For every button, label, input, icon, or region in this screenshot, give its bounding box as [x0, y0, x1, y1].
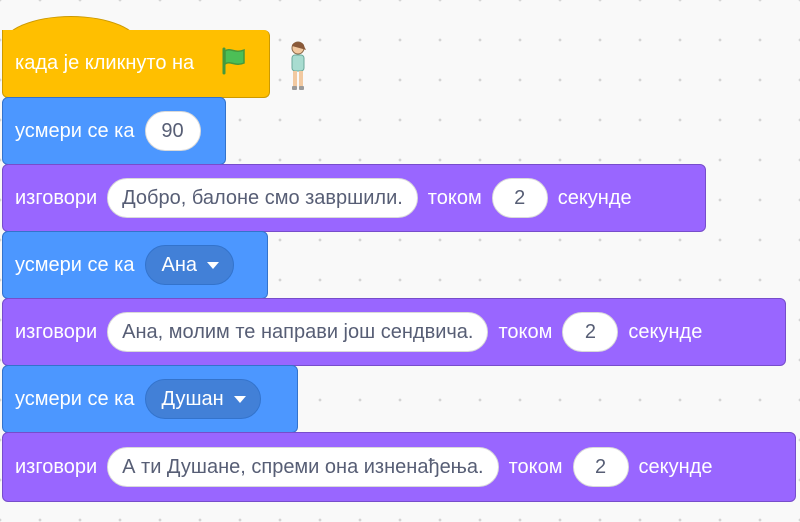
seconds-unit-label: секунде [638, 455, 713, 478]
block-label: изговори [15, 455, 98, 478]
seconds-input[interactable]: 2 [491, 178, 548, 218]
seconds-input[interactable]: 2 [572, 447, 629, 487]
block-label: усмери се ка [15, 119, 135, 142]
say-for-secs-block[interactable]: изговори Добро, балоне смо завршили. ток… [2, 164, 706, 232]
say-for-secs-block[interactable]: изговори Ана, молим те направи још сендв… [2, 298, 786, 366]
hat-block-label: када је кликнуто на [15, 52, 195, 74]
chevron-down-icon [207, 261, 220, 269]
direction-input[interactable]: 90 [144, 111, 201, 151]
point-towards-block[interactable]: усмери се ка Душан [2, 365, 298, 433]
message-input[interactable]: Ана, молим те направи још сендвича. [107, 312, 489, 352]
block-label: изговори [15, 320, 98, 343]
for-label: током [427, 186, 482, 209]
target-dropdown[interactable]: Душан [144, 379, 261, 419]
point-in-direction-block[interactable]: усмери се ка 90 [2, 97, 226, 165]
message-input[interactable]: А ти Душане, спреми она изненађења. [107, 447, 499, 487]
block-label: усмери се ка [15, 387, 135, 410]
seconds-unit-label: секунде [628, 320, 703, 343]
point-towards-block[interactable]: усмери се ка Ана [2, 231, 268, 299]
block-label: изговори [15, 186, 98, 209]
target-dropdown[interactable]: Ана [144, 245, 235, 285]
for-label: током [508, 455, 563, 478]
green-flag-icon [218, 45, 250, 83]
block-label: усмери се ка [15, 253, 135, 276]
chevron-down-icon [233, 395, 246, 403]
say-for-secs-block[interactable]: изговори А ти Душане, спреми она изненађ… [2, 432, 796, 502]
message-input[interactable]: Добро, балоне смо завршили. [107, 178, 418, 218]
target-dropdown-value: Ана [161, 253, 198, 276]
sprite-girl-icon [283, 40, 313, 97]
seconds-unit-label: секунде [557, 186, 632, 209]
seconds-input[interactable]: 2 [562, 312, 619, 352]
for-label: током [498, 320, 553, 343]
hat-block-body[interactable]: када је кликнуто на [2, 30, 270, 98]
target-dropdown-value: Душан [161, 387, 224, 410]
